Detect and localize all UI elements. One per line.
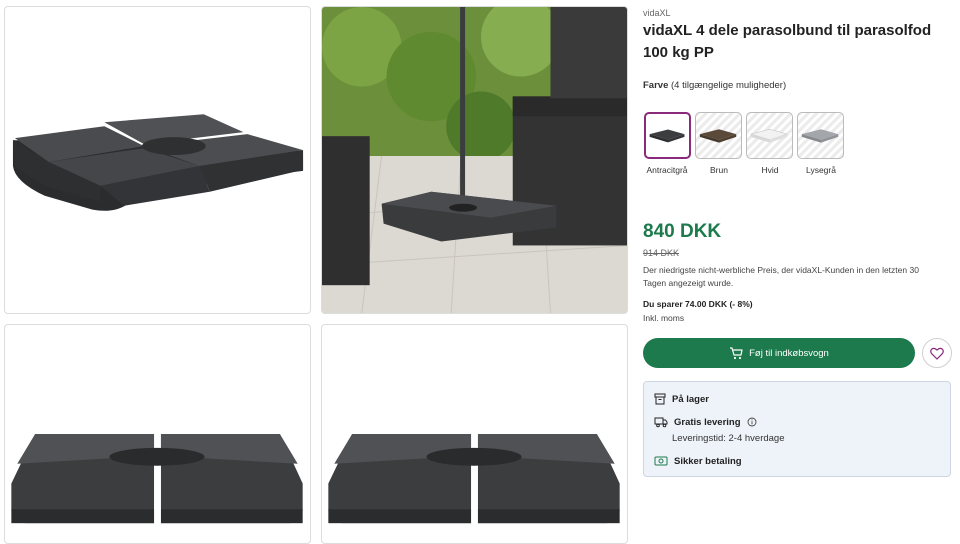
old-price: 914 DKK	[643, 248, 680, 258]
product-image-1[interactable]	[4, 6, 311, 314]
wishlist-button[interactable]	[922, 338, 952, 368]
color-swatch-brun[interactable]	[695, 112, 742, 159]
price-note: Der niedrigste nicht-werbliche Preis, de…	[643, 265, 919, 288]
heart-icon	[930, 347, 944, 360]
payment-icon	[654, 456, 668, 466]
savings-text: Du sparer 74.00 DKK (- 8%)	[643, 299, 753, 309]
product-title: vidaXL 4 dele parasolbund til parasolfod…	[643, 22, 932, 61]
add-to-cart-label: Føj til indkøbsvogn	[749, 347, 829, 359]
current-price: 840 DKK	[643, 221, 722, 242]
color-label: Farve (4 tilgængelige muligheder)	[643, 80, 786, 91]
swatch-image	[649, 129, 685, 143]
stock-status: På lager	[672, 393, 709, 405]
color-swatch-antracitgra[interactable]	[644, 112, 691, 159]
truck-icon	[654, 417, 668, 428]
info-icon[interactable]	[747, 417, 757, 427]
color-option-label: Antracitgrå	[646, 165, 688, 175]
secure-payment-row: Sikker betaling	[654, 455, 742, 467]
swatch-image	[801, 129, 839, 143]
vat-note: Inkl. moms	[643, 313, 685, 323]
swatch-image	[749, 129, 789, 143]
product-image-3[interactable]	[4, 324, 311, 544]
secure-payment-label: Sikker betaling	[674, 455, 742, 467]
free-delivery-row: Gratis levering	[654, 416, 757, 428]
color-swatch-hvid[interactable]	[746, 112, 793, 159]
product-image-4[interactable]	[321, 324, 628, 544]
brand-link[interactable]: vidaXL	[643, 8, 671, 18]
box-icon	[654, 393, 666, 405]
delivery-info-box: På lager Gratis levering Leveringstid: 2…	[643, 381, 951, 477]
image-gallery	[0, 0, 634, 544]
color-option-label: Brun	[710, 165, 728, 175]
product-info-panel: vidaXL vidaXL 4 dele parasolbund til par…	[643, 0, 955, 536]
product-image-2[interactable]	[321, 6, 628, 314]
cart-icon	[730, 346, 743, 359]
parasol-base-split-render	[11, 434, 303, 524]
lifestyle-scene	[322, 7, 627, 313]
add-to-cart-button[interactable]: Føj til indkøbsvogn	[643, 338, 915, 368]
swatch-image	[699, 129, 737, 143]
color-label-name: Farve	[643, 80, 669, 91]
delivery-time: Leveringstid: 2-4 hverdage	[672, 433, 785, 444]
color-swatch-lysegra[interactable]	[797, 112, 844, 159]
color-option-label: Hvid	[761, 165, 779, 175]
color-option-count: (4 tilgængelige muligheder)	[671, 80, 787, 91]
free-delivery-label: Gratis levering	[674, 416, 741, 428]
color-option-label: Lysegrå	[806, 165, 836, 175]
parasol-base-split-render-alt	[328, 434, 620, 524]
parasol-base-render	[12, 114, 304, 211]
stock-row: På lager	[654, 393, 709, 405]
